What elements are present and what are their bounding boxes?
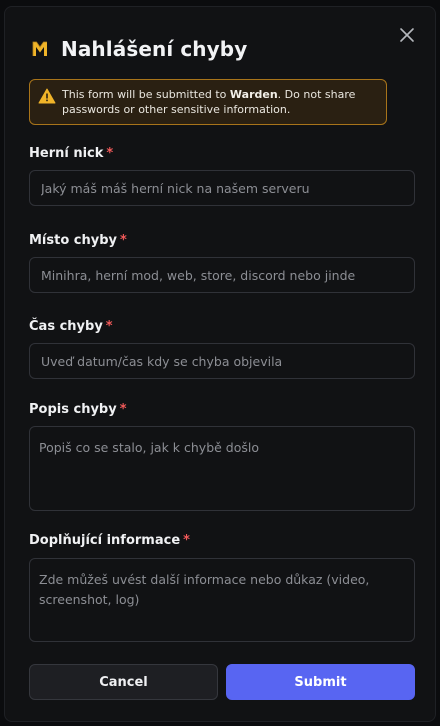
close-icon[interactable] xyxy=(397,25,417,45)
required-marker: * xyxy=(183,533,190,548)
required-marker: * xyxy=(106,146,114,161)
field-label-location: Místo chyby * xyxy=(29,233,127,248)
required-marker: * xyxy=(119,402,127,417)
required-marker: * xyxy=(120,233,127,248)
nick-input[interactable] xyxy=(29,170,415,206)
warning-banner: This form will be submitted to Warden. D… xyxy=(29,79,387,125)
field-label-text: Popis chyby xyxy=(29,402,117,417)
field-label-description: Popis chyby * xyxy=(29,402,127,417)
cancel-button[interactable]: Cancel xyxy=(29,664,218,700)
field-label-nick: Herní nick * xyxy=(29,146,113,161)
field-label-text: Doplňující informace xyxy=(29,533,181,548)
field-label-additional-info: Doplňující informace * xyxy=(29,533,190,548)
field-label-text: Herní nick xyxy=(29,146,104,161)
warning-prefix: This form will be submitted to xyxy=(62,88,230,101)
dialog-title: Nahlášení chyby xyxy=(61,37,248,61)
field-label-time: Čas chyby * xyxy=(29,319,113,334)
warning-icon xyxy=(38,88,56,104)
warning-recipient: Warden xyxy=(229,88,278,101)
required-marker: * xyxy=(105,319,113,334)
location-input[interactable] xyxy=(29,257,415,293)
field-label-text: Čas chyby xyxy=(29,319,103,334)
additional-info-textarea[interactable] xyxy=(29,558,415,642)
bug-report-dialog: Nahlášení chyby This form will be submit… xyxy=(4,6,436,722)
brand-logo-icon xyxy=(31,40,49,58)
time-input[interactable] xyxy=(29,343,415,379)
description-textarea[interactable] xyxy=(29,426,415,511)
field-label-text: Místo chyby xyxy=(29,233,118,248)
warning-text: This form will be submitted to Warden. D… xyxy=(62,88,355,116)
dialog-header: Nahlášení chyby xyxy=(31,37,247,61)
submit-button[interactable]: Submit xyxy=(226,664,415,700)
